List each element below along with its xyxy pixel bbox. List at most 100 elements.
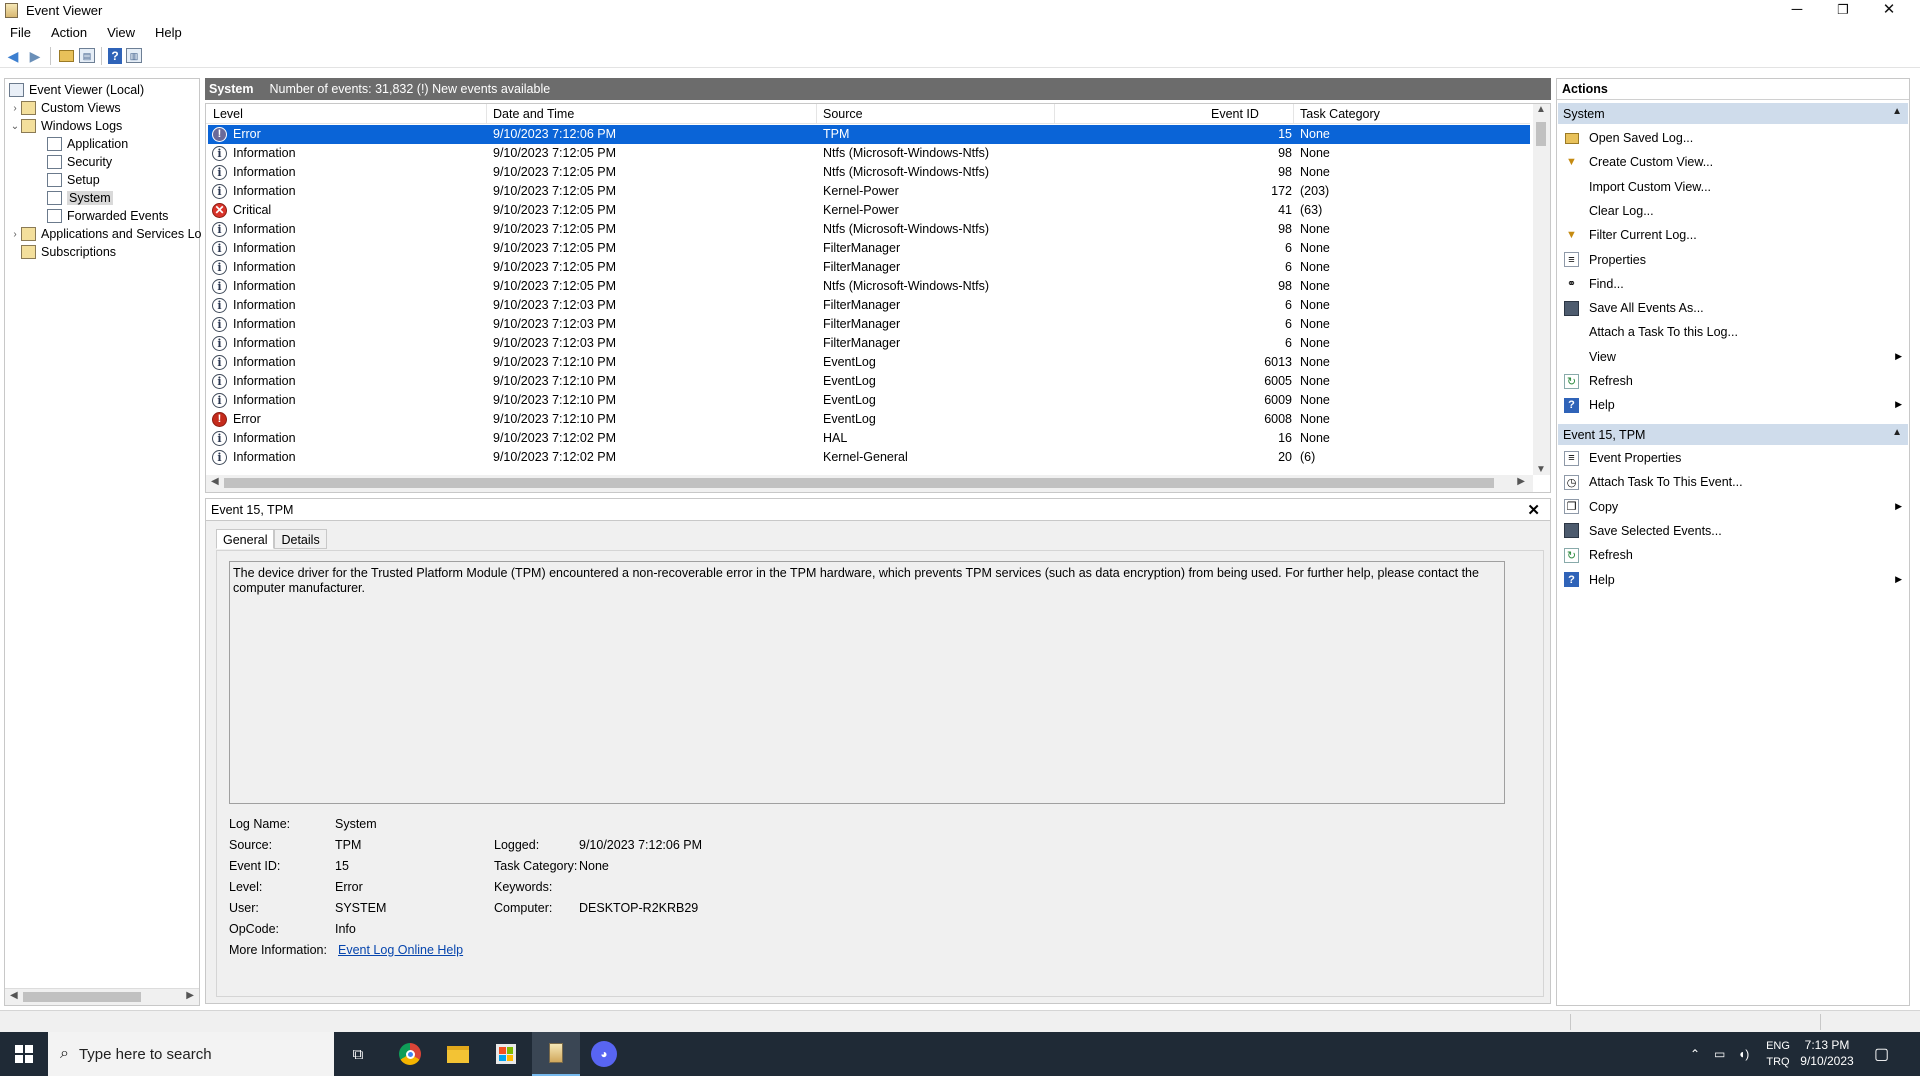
actions-section-system[interactable]: System ▲ xyxy=(1558,103,1908,124)
collapse-chevron-icon[interactable]: ⌄ xyxy=(9,121,21,132)
event-row[interactable]: i Information 9/10/2023 7:12:03 PM FilterMa… xyxy=(208,315,1530,334)
show-hide-action-pane-icon[interactable]: ▥ xyxy=(126,48,142,63)
event-row[interactable]: ! Error 9/10/2023 7:12:06 PM TPM None 15 xyxy=(208,125,1530,144)
event-row[interactable]: i Information 9/10/2023 7:12:05 PM Ntfs (Mi… xyxy=(208,277,1530,296)
action-refresh[interactable]: ↻ Refresh xyxy=(1558,370,1908,392)
taskbar-chrome[interactable] xyxy=(386,1032,434,1076)
event-list-vertical-scrollbar[interactable]: ▲ ▼ xyxy=(1533,104,1550,475)
show-hide-console-tree-icon[interactable]: ▤ xyxy=(79,48,95,63)
scroll-left-icon[interactable]: ◀ xyxy=(211,476,219,487)
action-view[interactable]: View ▶ xyxy=(1558,346,1908,368)
tree-item-application[interactable]: Application xyxy=(47,135,128,153)
event-row[interactable]: i Information 9/10/2023 7:12:05 PM FilterMa… xyxy=(208,258,1530,277)
tab-details[interactable]: Details xyxy=(274,529,327,549)
volume-tray[interactable]: ◖) xyxy=(1738,1032,1749,1076)
event-row[interactable]: ! Error 9/10/2023 7:12:10 PM EventLog None 60… xyxy=(208,410,1530,429)
scroll-right-icon[interactable]: ▶ xyxy=(186,990,194,1001)
start-button[interactable] xyxy=(0,1032,48,1076)
tree-item-apps-services[interactable]: › Applications and Services Lo xyxy=(9,225,202,243)
event-log-online-help-link[interactable]: Event Log Online Help xyxy=(338,943,463,957)
action-help[interactable]: ? Help ▶ xyxy=(1558,569,1908,591)
scroll-thumb[interactable] xyxy=(1536,122,1546,146)
event-row[interactable]: i Information 9/10/2023 7:12:10 PM EventLog… xyxy=(208,353,1530,372)
scroll-left-icon[interactable]: ◀ xyxy=(10,990,18,1001)
menu-action[interactable]: Action xyxy=(41,25,97,40)
event-row[interactable]: i Information 9/10/2023 7:12:05 PM Ntfs (Mi… xyxy=(208,163,1530,182)
help-icon[interactable]: ? xyxy=(108,47,122,64)
scroll-thumb[interactable] xyxy=(224,478,1494,488)
scroll-thumb[interactable] xyxy=(23,992,141,1002)
action-attach-task-to-this-event[interactable]: ◷ Attach Task To This Event... xyxy=(1558,471,1908,493)
close-detail-icon[interactable]: ✕ xyxy=(1527,501,1540,519)
column-separator[interactable] xyxy=(1293,104,1294,124)
event-row[interactable]: i Information 9/10/2023 7:12:05 PM FilterMa… xyxy=(208,239,1530,258)
column-task-category[interactable]: Task Category xyxy=(1300,107,1380,121)
scroll-down-icon[interactable]: ▼ xyxy=(1536,464,1546,475)
tree-horizontal-scrollbar[interactable]: ◀ ▶ xyxy=(5,988,199,1005)
action-properties[interactable]: ≡ Properties xyxy=(1558,249,1908,271)
event-row[interactable]: i Information 9/10/2023 7:12:05 PM Ntfs (Mi… xyxy=(208,220,1530,239)
event-row[interactable]: i Information 9/10/2023 7:12:05 PM Ntfs (Mi… xyxy=(208,144,1530,163)
scroll-right-icon[interactable]: ▶ xyxy=(1517,476,1525,487)
event-row[interactable]: i Information 9/10/2023 7:12:10 PM EventLog… xyxy=(208,391,1530,410)
event-row[interactable]: ✕ Critical 9/10/2023 7:12:05 PM Kernel-Powe… xyxy=(208,201,1530,220)
column-separator[interactable] xyxy=(1054,104,1055,124)
event-row[interactable]: i Information 9/10/2023 7:12:02 PM HAL None 1… xyxy=(208,429,1530,448)
event-row[interactable]: i Information 9/10/2023 7:12:05 PM Kernel-P… xyxy=(208,182,1530,201)
tree-item-windows-logs[interactable]: ⌄ Windows Logs xyxy=(9,117,122,135)
menu-help[interactable]: Help xyxy=(145,25,192,40)
event-list-horizontal-scrollbar[interactable]: ◀ ▶ xyxy=(206,475,1533,492)
action-clear-log[interactable]: Clear Log... xyxy=(1558,200,1908,222)
action-save-selected-events[interactable]: Save Selected Events... xyxy=(1558,520,1908,542)
event-row[interactable]: i Information 9/10/2023 7:12:03 PM FilterMa… xyxy=(208,334,1530,353)
column-level[interactable]: Level xyxy=(213,107,243,121)
menu-view[interactable]: View xyxy=(97,25,145,40)
column-separator[interactable] xyxy=(816,104,817,124)
restore-button[interactable]: ❐ xyxy=(1820,0,1866,21)
taskbar-file-explorer[interactable] xyxy=(434,1032,482,1076)
tree-item-custom-views[interactable]: › Custom Views xyxy=(9,99,121,117)
event-row[interactable]: i Information 9/10/2023 7:12:02 PM Kernel-G… xyxy=(208,448,1530,467)
action-open-saved-log[interactable]: Open Saved Log... xyxy=(1558,127,1908,149)
menu-file[interactable]: File xyxy=(0,25,41,40)
tree-item-forwarded-events[interactable]: Forwarded Events xyxy=(47,207,168,225)
taskbar-event-viewer[interactable] xyxy=(532,1032,580,1076)
action-create-custom-view[interactable]: ▼ Create Custom View... xyxy=(1558,151,1908,173)
taskbar-search[interactable]: ⌕ Type here to search xyxy=(48,1032,334,1076)
input-language[interactable]: ENG TRQ xyxy=(1760,1038,1796,1070)
tree-item-subscriptions[interactable]: Subscriptions xyxy=(21,243,116,261)
network-tray[interactable]: ▭ xyxy=(1714,1032,1725,1076)
column-event-id[interactable]: Event ID xyxy=(1211,107,1259,121)
clock[interactable]: 7:13 PM 9/10/2023 xyxy=(1792,1037,1862,1069)
forward-icon[interactable]: ▶ xyxy=(26,47,44,65)
action-refresh[interactable]: ↻ Refresh xyxy=(1558,544,1908,566)
action-attach-a-task-to-this-log[interactable]: Attach a Task To this Log... xyxy=(1558,321,1908,343)
collapse-section-icon[interactable]: ▲ xyxy=(1892,427,1902,438)
tab-general[interactable]: General xyxy=(216,529,275,549)
column-date[interactable]: Date and Time xyxy=(493,107,574,121)
event-row[interactable]: i Information 9/10/2023 7:12:10 PM EventLog… xyxy=(208,372,1530,391)
action-copy[interactable]: ❐ Copy ▶ xyxy=(1558,496,1908,518)
action-import-custom-view[interactable]: Import Custom View... xyxy=(1558,176,1908,198)
scroll-up-icon[interactable]: ▲ xyxy=(1536,104,1546,115)
collapse-section-icon[interactable]: ▲ xyxy=(1892,106,1902,117)
back-icon[interactable]: ◀ xyxy=(4,47,22,65)
action-save-all-events-as[interactable]: Save All Events As... xyxy=(1558,297,1908,319)
tree-item-root[interactable]: Event Viewer (Local) xyxy=(9,81,144,99)
action-filter-current-log[interactable]: ▼ Filter Current Log... xyxy=(1558,224,1908,246)
column-source[interactable]: Source xyxy=(823,107,863,121)
taskbar-store[interactable] xyxy=(482,1032,530,1076)
taskbar-discord[interactable]: ◕ xyxy=(580,1032,628,1076)
actions-section-event[interactable]: Event 15, TPM ▲ xyxy=(1558,424,1908,445)
notification-center[interactable]: ▢ xyxy=(1874,1032,1889,1076)
event-row[interactable]: i Information 9/10/2023 7:12:03 PM FilterMa… xyxy=(208,296,1530,315)
tree-item-setup[interactable]: Setup xyxy=(47,171,100,189)
action-event-properties[interactable]: ≡ Event Properties xyxy=(1558,447,1908,469)
expand-chevron-icon[interactable]: › xyxy=(9,103,21,114)
tree-item-system[interactable]: System xyxy=(47,189,113,207)
action-help[interactable]: ? Help ▶ xyxy=(1558,394,1908,416)
close-button[interactable]: ✕ xyxy=(1866,0,1912,21)
tree-item-security[interactable]: Security xyxy=(47,153,112,171)
up-folder-icon[interactable] xyxy=(57,47,75,65)
expand-chevron-icon[interactable]: › xyxy=(9,229,21,240)
